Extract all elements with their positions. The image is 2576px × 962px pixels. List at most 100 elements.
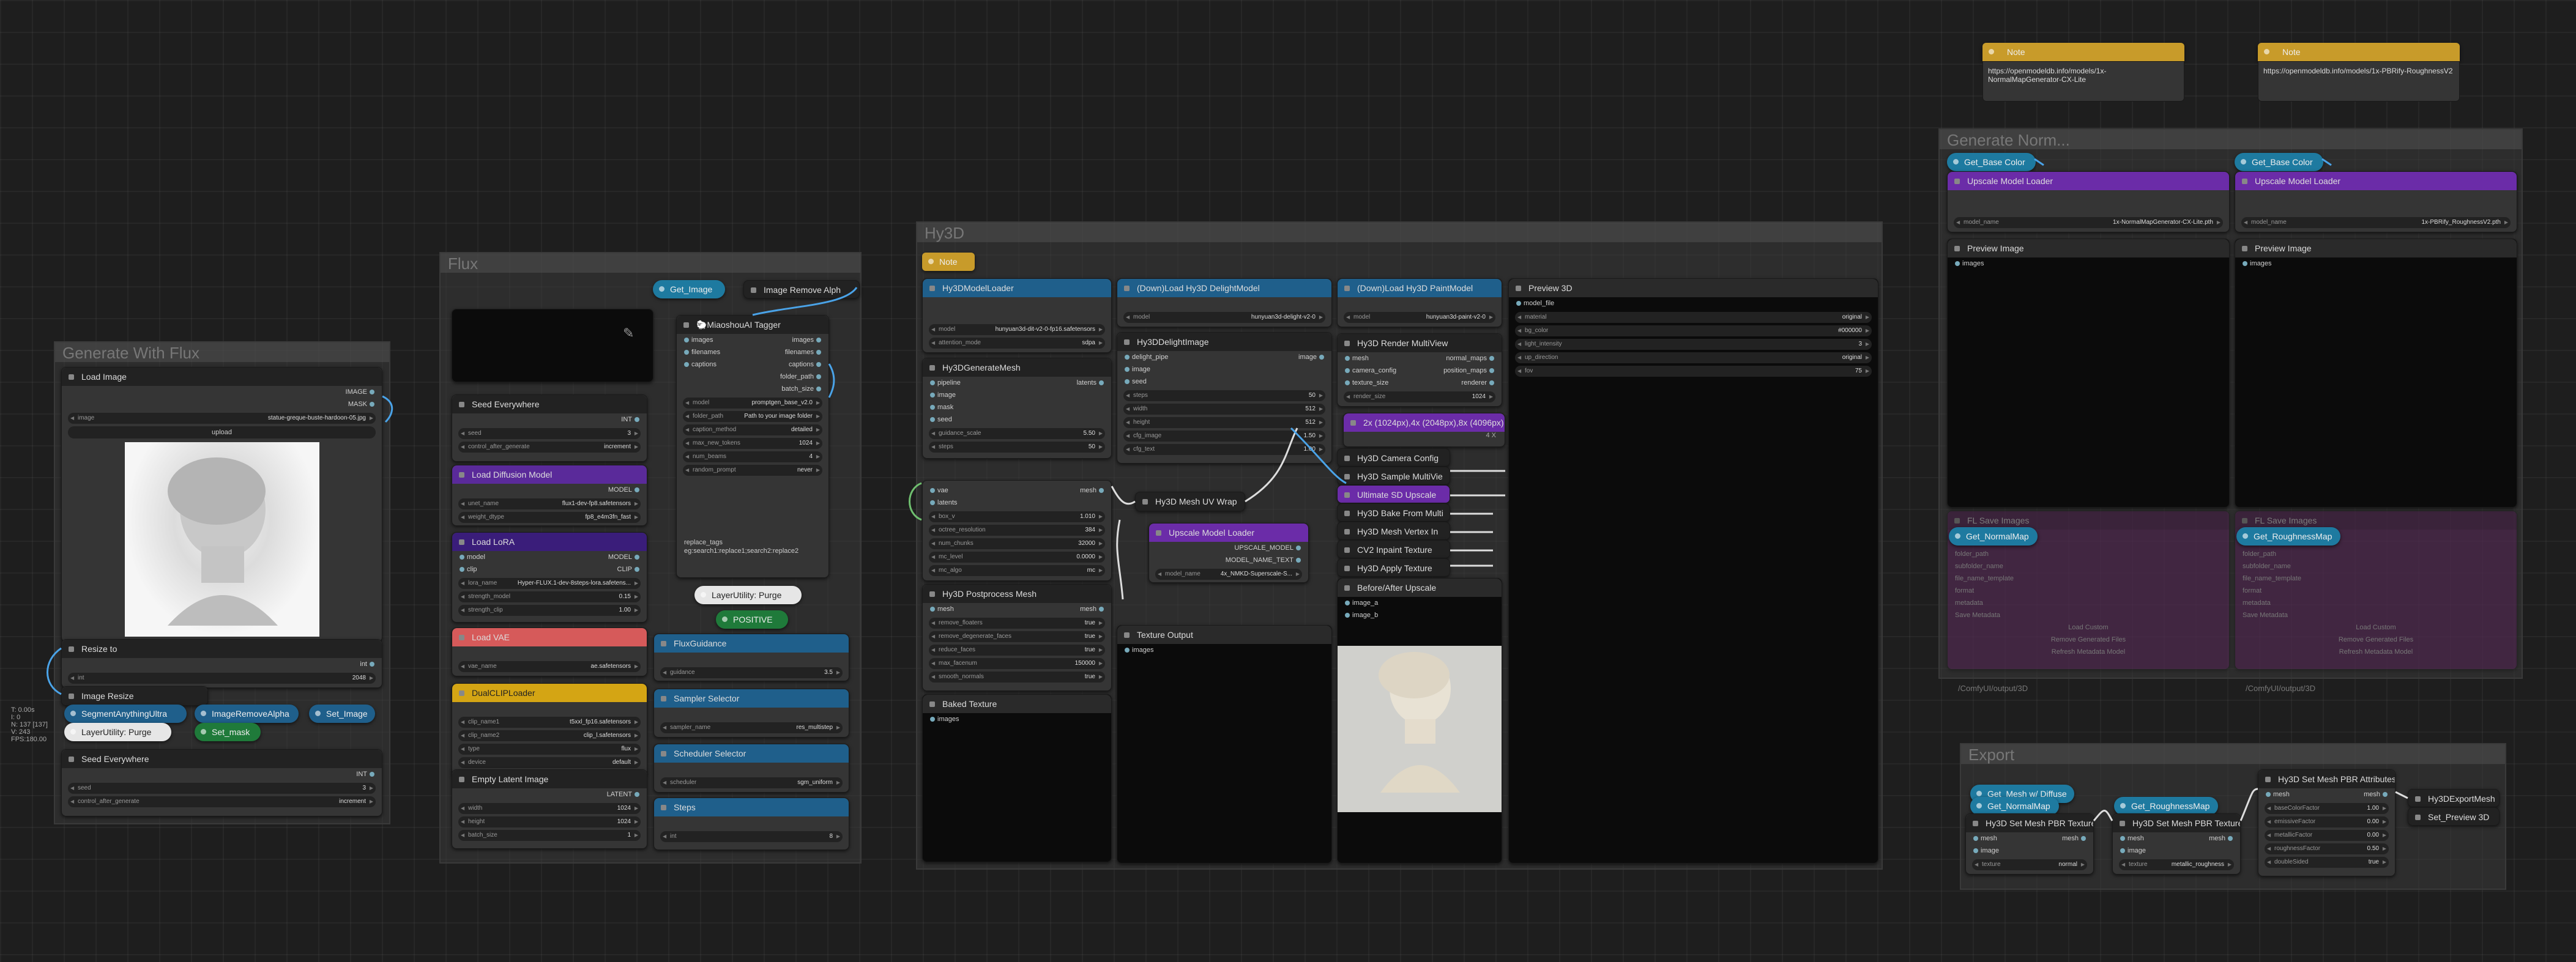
cfg-image[interactable]: cfg_image1.50 [1123, 431, 1325, 442]
reduce-faces[interactable]: reduce_facestrue [929, 645, 1105, 656]
empty-preview-node[interactable] [452, 309, 653, 382]
node-title[interactable]: FluxGuidance [654, 634, 849, 653]
fov[interactable]: fov75 [1515, 366, 1872, 377]
sampler-select[interactable]: sampler_nameres_multistep [660, 722, 843, 733]
node-title[interactable]: Hy3DExportMesh [2408, 790, 2499, 807]
model-name-select[interactable]: model_name1x-PBRify_RoughnessV2.pth [2241, 217, 2511, 228]
seed-widget[interactable]: seed3 [68, 783, 376, 794]
int-widget[interactable]: int2048 [68, 673, 376, 684]
node-title[interactable]: Hy3D Set Mesh PBR Textures [1966, 814, 2093, 832]
note-badge[interactable]: Note [1982, 43, 2184, 61]
layer-purge-pill[interactable]: LayerUtility: Purge [694, 586, 802, 604]
delight-model-select[interactable]: modelhunyuan3d-delight-v2-0 [1123, 312, 1325, 323]
node-title[interactable]: Hy3D Camera Config [1338, 449, 1450, 466]
steps-widget[interactable]: int8 [660, 831, 843, 842]
light-intensity[interactable]: light_intensity3 [1515, 339, 1872, 350]
hy3d-camera-config-node[interactable]: Hy3D Camera Config [1337, 448, 1450, 467]
get-base-color-pill[interactable]: Get_Base Color [1947, 153, 2036, 171]
pbr-textures-roughness-node[interactable]: Hy3D Set Mesh PBR Textures mesh mesh imag… [2112, 813, 2241, 875]
image-resize-node[interactable]: Image Resize [61, 686, 208, 706]
hy3d-export-mesh-node[interactable]: Hy3DExportMesh [2408, 789, 2500, 807]
scheduler-select[interactable]: schedulersgm_uniform [660, 777, 843, 788]
upscale-model-loader-node[interactable]: Upscale Model Loader UPSCALE_MODEL MODEL… [1148, 523, 1309, 583]
get-roughnessmap-pill[interactable]: Get_RoughnessMap [2236, 527, 2340, 546]
octree-resolution[interactable]: octree_resolution384 [929, 525, 1105, 536]
strength-model[interactable]: strength_model0.15 [458, 591, 641, 602]
guidance-widget[interactable]: guidance3.5 [660, 667, 843, 678]
width-widget[interactable]: width1024 [458, 803, 641, 814]
paint-model-node[interactable]: (Down)Load Hy3D PaintModel modelhunyuan3… [1337, 278, 1502, 327]
clip-name1[interactable]: clip_name1t5xxl_fp16.safetensors [458, 717, 641, 728]
node-title[interactable]: Hy3D Render MultiView [1338, 334, 1502, 352]
node-title[interactable]: Upscale Model Loader [1149, 524, 1308, 542]
node-title[interactable]: Hy3DModelLoader [923, 279, 1111, 297]
attention-mode[interactable]: attention_modesdpa [929, 338, 1105, 349]
segment-anything-pill[interactable]: SegmentAnythingUltra [64, 705, 187, 723]
node-title[interactable]: Set_Preview 3D [2408, 808, 2499, 825]
flux-guidance-node[interactable]: FluxGuidance guidance3.5 [653, 634, 849, 681]
node-title[interactable]: CV2 Inpaint Texture [1338, 541, 1450, 558]
upscale-model-loader-b[interactable]: Upscale Model Loader model_name1x-PBRify… [2235, 171, 2517, 232]
node-title[interactable]: DualCLIPLoader [452, 684, 647, 702]
node-title[interactable]: Hy3D Mesh Vertex In [1338, 522, 1450, 539]
node-title[interactable]: Hy3D Set Mesh PBR Textures [2113, 814, 2240, 832]
node-title[interactable]: Hy3DDelightImage [1117, 333, 1331, 351]
delight-height[interactable]: height512 [1123, 417, 1325, 428]
node-title[interactable]: Image Resize [62, 687, 207, 705]
node-title[interactable]: 🐑MiaoshouAI Tagger [677, 316, 828, 334]
unet-select[interactable]: unet_nameflux1-dev-fp8.safetensors [458, 498, 641, 509]
weight-dtype-select[interactable]: weight_dtypefp8_e4m3fn_fast [458, 512, 641, 523]
seed-everywhere-node[interactable]: Seed Everywhere INT seed3 control_after_… [61, 749, 382, 816]
lora-select[interactable]: lora_nameHyper-FLUX.1-dev-8steps-lora.sa… [458, 578, 641, 589]
load-vae-node[interactable]: Load VAE vae_nameae.safetensors [452, 627, 647, 676]
note-badge[interactable]: Note [2258, 43, 2460, 61]
node-title[interactable]: Load VAE [452, 628, 647, 646]
control-after-generate[interactable]: control_after_generateincrement [458, 442, 641, 453]
pbr-attributes-node[interactable]: Hy3D Set Mesh PBR Attributes meshmesh ba… [2258, 769, 2395, 876]
texture-select[interactable]: texturemetallic_roughness [2119, 859, 2234, 870]
ultimate-sd-upscale-node[interactable]: Ultimate SD Upscale [1337, 485, 1450, 503]
positive-pill[interactable]: POSITIVE [716, 610, 788, 629]
get-base-color-pill[interactable]: Get_Base Color [2235, 153, 2323, 171]
node-title[interactable]: Steps [654, 798, 849, 816]
remove-floaters[interactable]: remove_floaterstrue [929, 618, 1105, 629]
strength-clip[interactable]: strength_clip1.00 [458, 605, 641, 616]
node-title[interactable]: Empty Latent Image [452, 770, 647, 788]
before-after-node[interactable]: Before/After Upscale image_a image_b [1337, 578, 1502, 864]
clip-name2[interactable]: clip_name2clip_l.safetensors [458, 730, 641, 741]
node-title[interactable]: Upscale Model Loader [2235, 172, 2517, 190]
caption-method[interactable]: caption_methoddetailed [683, 424, 822, 435]
paint-model-select[interactable]: modelhunyuan3d-paint-v2-0 [1344, 312, 1495, 323]
hy3d-generate-mesh-node[interactable]: Hy3DGenerateMesh pipeline latents image m… [922, 358, 1112, 459]
max-new-tokens[interactable]: max_new_tokens1024 [683, 438, 822, 449]
double-sided[interactable]: doubleSidedtrue [2265, 857, 2389, 868]
tagger-model[interactable]: modelpromptgen_base_v2.0 [683, 398, 822, 409]
texture-select[interactable]: texturenormal [1972, 859, 2087, 870]
height-widget[interactable]: height1024 [458, 816, 641, 827]
remove-degenerate[interactable]: remove_degenerate_facestrue [929, 631, 1105, 642]
node-title[interactable]: Load Diffusion Model [452, 465, 647, 484]
smooth-normals[interactable]: smooth_normalstrue [929, 672, 1105, 683]
load-lora-node[interactable]: Load LoRA modelMODEL clipCLIP lora_nameH… [452, 532, 647, 623]
tagger-folder[interactable]: folder_pathPath to your image folder [683, 411, 822, 422]
node-title[interactable]: Preview 3D [1509, 279, 1878, 297]
hy3d-mesh-vertex-node[interactable]: Hy3D Mesh Vertex In [1337, 522, 1450, 540]
layer-purge-pill[interactable]: LayerUtility: Purge [64, 723, 171, 741]
emissive-factor[interactable]: emissiveFactor0.00 [2265, 816, 2389, 827]
node-title[interactable]: Load LoRA [452, 533, 647, 551]
material-select[interactable]: materialoriginal [1515, 312, 1872, 323]
delight-width[interactable]: width512 [1123, 404, 1325, 415]
metallic-factor[interactable]: metallicFactor0.00 [2265, 830, 2389, 841]
delight-model-node[interactable]: (Down)Load Hy3D DelightModel modelhunyua… [1117, 278, 1332, 327]
delight-steps[interactable]: steps50 [1123, 390, 1325, 401]
node-title[interactable]: Ultimate SD Upscale [1338, 486, 1450, 503]
upscale-model-select[interactable]: model_name4x_NMKD-Superscale-S... [1155, 569, 1302, 580]
roughness-factor[interactable]: roughnessFactor0.50 [2265, 843, 2389, 854]
node-title[interactable]: Sampler Selector [654, 689, 849, 708]
preview-image-a[interactable]: Preview Image images [1947, 239, 2230, 508]
hy3d-apply-texture-node[interactable]: Hy3D Apply Texture [1337, 558, 1450, 577]
hy3d-model-loader-node[interactable]: Hy3DModelLoader modelhunyuan3d-dit-v2-0-… [922, 278, 1112, 353]
hy3d-vae-decode-node[interactable]: vaemesh latents box_v1.010 octree_resolu… [922, 480, 1112, 581]
node-title[interactable]: Hy3D Bake From Multi [1338, 504, 1450, 521]
vae-select[interactable]: vae_nameae.safetensors [458, 661, 641, 672]
